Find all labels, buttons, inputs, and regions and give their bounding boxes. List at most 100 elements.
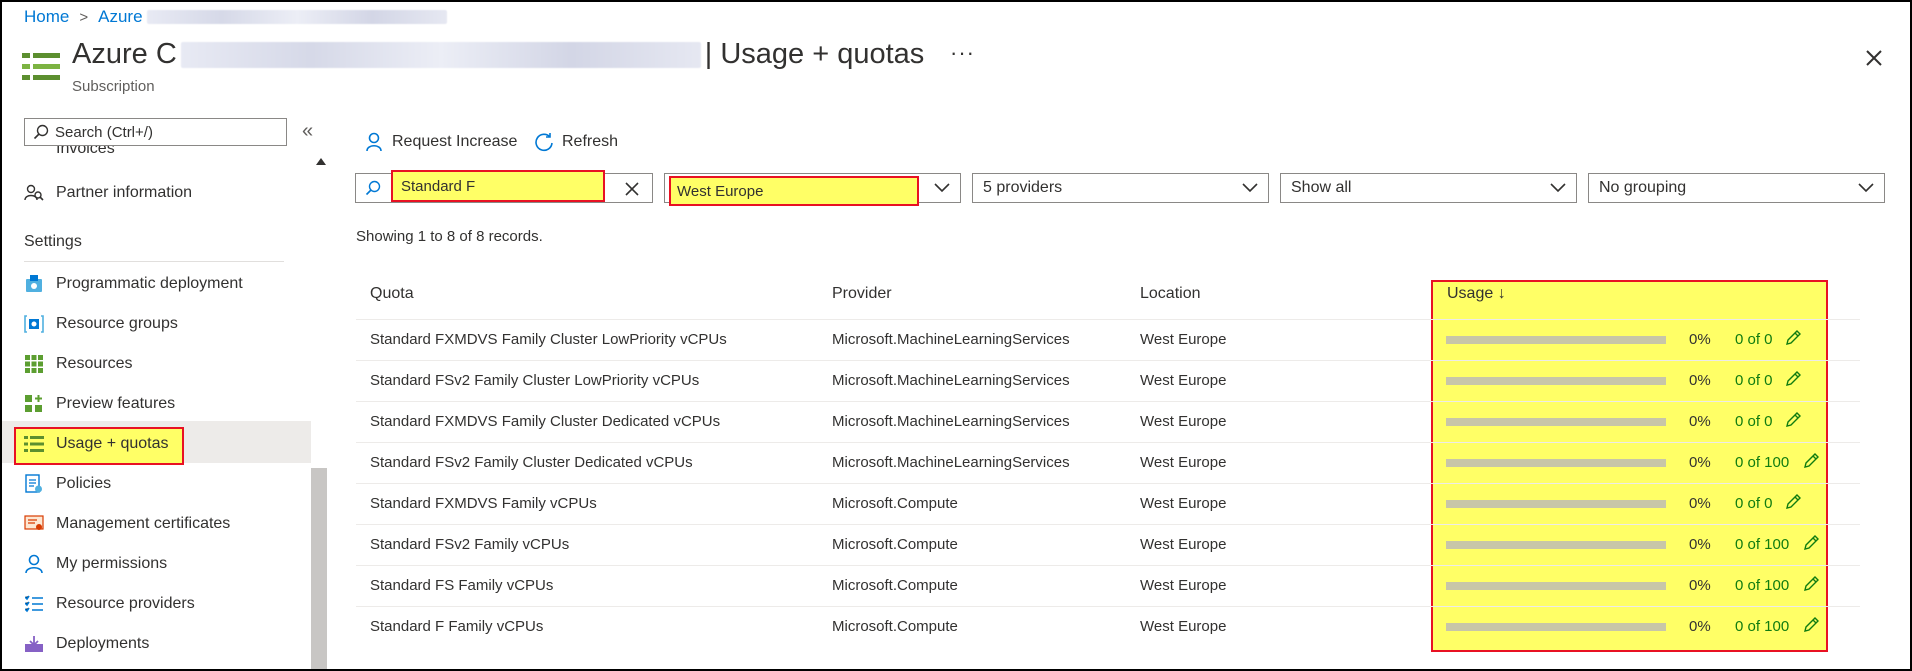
usage-bar bbox=[1446, 459, 1666, 467]
usage-bar bbox=[1446, 377, 1666, 385]
provider-name: Microsoft.Compute bbox=[832, 495, 958, 512]
usage-count: 0 of 100 bbox=[1735, 454, 1790, 471]
search-value: Standard F bbox=[391, 170, 605, 202]
edit-icon[interactable] bbox=[1784, 370, 1802, 388]
edit-icon[interactable] bbox=[1784, 329, 1802, 347]
sidebar-item-invoices[interactable]: Invoices bbox=[56, 146, 115, 158]
sidebar-search-placeholder: Search (Ctrl+/) bbox=[55, 123, 153, 141]
location-value: West Europe bbox=[669, 176, 919, 206]
column-header-location[interactable]: Location bbox=[1140, 285, 1201, 303]
providers-value: 5 providers bbox=[983, 179, 1063, 196]
sidebar-item-preview-features[interactable]: Preview features bbox=[24, 389, 175, 419]
sidebar-search-input[interactable]: Search (Ctrl+/) bbox=[24, 118, 287, 146]
provider-name: Microsoft.MachineLearningServices bbox=[832, 331, 1070, 348]
location-name: West Europe bbox=[1140, 331, 1227, 348]
sidebar-item-label: Programmatic deployment bbox=[56, 275, 243, 292]
scroll-up-arrow[interactable] bbox=[316, 158, 326, 165]
usage-count: 0 of 100 bbox=[1735, 577, 1790, 594]
list-icon bbox=[24, 594, 44, 614]
redacted-text bbox=[146, 10, 447, 24]
chevron-down-icon bbox=[1550, 183, 1566, 193]
breadcrumb-current[interactable]: Azure bbox=[98, 7, 142, 27]
title-prefix: Azure C bbox=[72, 38, 177, 70]
sidebar-item-label: Preview features bbox=[56, 395, 176, 412]
sidebar-item-resource-providers[interactable]: Resource providers bbox=[24, 589, 195, 619]
location-name: West Europe bbox=[1140, 495, 1227, 512]
resource-group-icon bbox=[24, 314, 44, 334]
sidebar-item-usage-quotas[interactable]: Usage + quotas bbox=[24, 429, 169, 459]
edit-icon[interactable] bbox=[1784, 411, 1802, 429]
column-header-usage[interactable]: Usage ↓ bbox=[1447, 285, 1506, 303]
edit-icon[interactable] bbox=[1802, 534, 1820, 552]
sidebar-scrollbar[interactable] bbox=[311, 468, 327, 669]
edit-icon[interactable] bbox=[1784, 493, 1802, 511]
provider-name: Microsoft.Compute bbox=[832, 618, 958, 635]
preview-icon bbox=[24, 394, 44, 414]
breadcrumb-home[interactable]: Home bbox=[24, 7, 69, 27]
usage-percent: 0% bbox=[1689, 331, 1711, 348]
breadcrumb: Home > Azure bbox=[24, 7, 447, 27]
table-row[interactable]: Standard FXMDVS Family Cluster LowPriori… bbox=[356, 319, 1860, 360]
table-row[interactable]: Standard FXMDVS Family Cluster Dedicated… bbox=[356, 401, 1860, 442]
providers-dropdown[interactable]: 5 providers bbox=[972, 173, 1269, 203]
sidebar-item-deployments[interactable]: Deployments bbox=[24, 629, 149, 659]
usage-bar bbox=[1446, 336, 1666, 344]
quota-search-input[interactable]: Standard F bbox=[355, 170, 653, 203]
table-row[interactable]: Standard FSv2 Family Cluster LowPriority… bbox=[356, 360, 1860, 401]
grid-icon bbox=[24, 354, 44, 374]
person-icon bbox=[24, 554, 44, 574]
refresh-button[interactable]: Refresh bbox=[534, 132, 618, 152]
column-header-quota[interactable]: Quota bbox=[370, 285, 414, 303]
provider-name: Microsoft.MachineLearningServices bbox=[832, 454, 1070, 471]
sidebar-item-label: Usage + quotas bbox=[56, 435, 169, 452]
quota-name: Standard FSv2 Family vCPUs bbox=[370, 536, 570, 553]
table-row[interactable]: Standard FS Family vCPUs Microsoft.Comput… bbox=[356, 565, 1860, 606]
sidebar-item-policies[interactable]: Policies bbox=[24, 469, 111, 499]
deployments-icon bbox=[24, 634, 44, 654]
usage-percent: 0% bbox=[1689, 618, 1711, 635]
usage-filter-dropdown[interactable]: Show all bbox=[1280, 173, 1577, 203]
location-dropdown[interactable]: West Europe bbox=[664, 173, 961, 206]
chevron-right-icon: > bbox=[79, 8, 89, 26]
sidebar-item-resources[interactable]: Resources bbox=[24, 349, 132, 379]
table-row[interactable]: Standard FSv2 Family vCPUs Microsoft.Comp… bbox=[356, 524, 1860, 565]
close-icon[interactable] bbox=[1862, 46, 1886, 70]
grouping-dropdown[interactable]: No grouping bbox=[1588, 173, 1885, 203]
request-increase-label: Request Increase bbox=[392, 133, 518, 150]
usage-count: 0 of 0 bbox=[1735, 495, 1773, 512]
usage-count: 0 of 0 bbox=[1735, 413, 1773, 430]
usage-bar bbox=[1446, 418, 1666, 426]
usage-count: 0 of 0 bbox=[1735, 372, 1773, 389]
table-row[interactable]: Standard FXMDVS Family vCPUs Microsoft.Co… bbox=[356, 483, 1860, 524]
edit-icon[interactable] bbox=[1802, 575, 1820, 593]
collapse-sidebar-button[interactable]: « bbox=[302, 120, 313, 143]
quota-name: Standard FXMDVS Family vCPUs bbox=[370, 495, 597, 512]
grouping-value: No grouping bbox=[1599, 179, 1687, 196]
edit-icon[interactable] bbox=[1802, 616, 1820, 634]
sidebar-item-management-certificates[interactable]: Management certificates bbox=[24, 509, 230, 539]
table-row[interactable]: Standard FSv2 Family Cluster Dedicated v… bbox=[356, 442, 1860, 483]
request-increase-button[interactable]: Request Increase bbox=[366, 132, 517, 152]
table-row[interactable]: Standard F Family vCPUs Microsoft.Compute… bbox=[356, 606, 1860, 647]
sidebar-item-partner-information[interactable]: Partner information bbox=[24, 178, 192, 208]
location-name: West Europe bbox=[1140, 536, 1227, 553]
provider-name: Microsoft.Compute bbox=[832, 577, 958, 594]
page-subtitle: Subscription bbox=[72, 78, 155, 95]
edit-icon[interactable] bbox=[1802, 452, 1820, 470]
sidebar-item-programmatic-deployment[interactable]: Programmatic deployment bbox=[24, 269, 243, 299]
usage-count: 0 of 100 bbox=[1735, 536, 1790, 553]
sidebar-item-my-permissions[interactable]: My permissions bbox=[24, 549, 167, 579]
clear-icon[interactable] bbox=[623, 180, 641, 198]
quota-name: Standard FSv2 Family Cluster LowPriority… bbox=[370, 372, 700, 389]
sidebar-item-label: Resource groups bbox=[56, 315, 178, 332]
usage-bar bbox=[1446, 541, 1666, 549]
sidebar-item-label: My permissions bbox=[56, 555, 168, 572]
location-name: West Europe bbox=[1140, 372, 1227, 389]
certificate-icon bbox=[24, 514, 44, 534]
usage-percent: 0% bbox=[1689, 495, 1711, 512]
quota-name: Standard FXMDVS Family Cluster LowPriori… bbox=[370, 331, 727, 348]
sidebar-item-resource-groups[interactable]: Resource groups bbox=[24, 309, 178, 339]
column-header-provider[interactable]: Provider bbox=[832, 285, 892, 303]
location-name: West Europe bbox=[1140, 618, 1227, 635]
more-options-button[interactable]: ··· bbox=[950, 40, 975, 66]
